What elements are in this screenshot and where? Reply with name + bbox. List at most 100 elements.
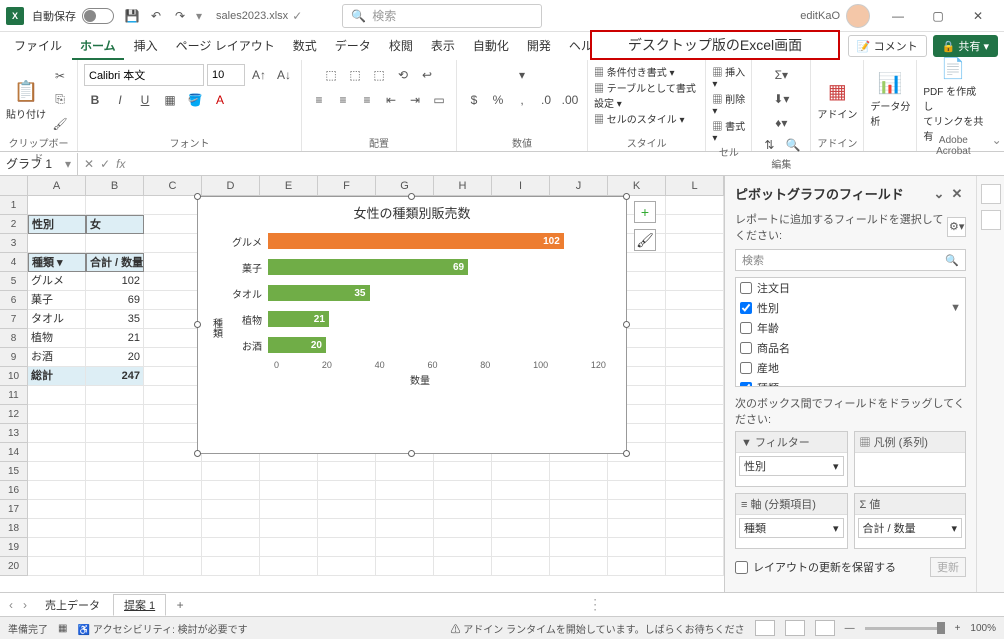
undo-icon[interactable]: ↶ [147,7,165,25]
cell[interactable] [376,519,434,538]
cell[interactable] [144,215,202,234]
zoom-slider[interactable] [865,627,945,630]
cell[interactable] [86,443,144,462]
dec-decimal-icon[interactable]: .00 [559,89,581,111]
chart-plot-area[interactable]: グルメ 102菓子 69タオル 35植物 21お酒 20020406080100… [224,228,616,428]
cell[interactable] [318,500,376,519]
cell[interactable] [144,196,202,215]
fill-icon[interactable]: ⬇▾ [770,88,792,110]
merge-icon[interactable]: ▭ [428,89,450,111]
cell[interactable] [434,538,492,557]
cell[interactable] [492,481,550,500]
cell[interactable] [28,481,86,500]
chart-bar[interactable]: 102 [268,233,564,249]
cell[interactable] [608,462,666,481]
cell[interactable] [666,196,724,215]
cell[interactable] [202,481,260,500]
cell[interactable]: 69 [86,291,144,310]
ribbon-tab-ページ レイアウト[interactable]: ページ レイアウト [168,33,283,60]
cell[interactable] [86,462,144,481]
copy-icon[interactable]: ⎘ [49,89,71,111]
cell[interactable] [318,481,376,500]
enter-formula-icon[interactable]: ✓ [100,157,110,171]
row-header[interactable]: 3 [0,234,28,253]
cell[interactable]: 20 [86,348,144,367]
cell[interactable]: 菓子 [28,291,86,310]
cell[interactable] [376,500,434,519]
comma-icon[interactable]: , [511,89,533,111]
cell[interactable] [492,519,550,538]
cell[interactable] [666,557,724,576]
pivot-chart[interactable]: + 🖌 女性の種類別販売数 種類 グルメ 102菓子 69タオル 35植物 21… [197,196,627,454]
chart-elements-button[interactable]: + [634,201,656,223]
filename-dropdown[interactable]: ✓ [292,9,302,23]
cell[interactable] [144,348,202,367]
cell[interactable]: 種類 ▾ [28,253,86,272]
font-name[interactable] [84,64,204,86]
border-button[interactable]: ▦ [159,89,181,111]
cell[interactable] [666,443,724,462]
cell[interactable] [86,405,144,424]
cell[interactable] [492,557,550,576]
cell[interactable]: タオル [28,310,86,329]
cell[interactable] [202,500,260,519]
cell[interactable] [144,557,202,576]
cell[interactable]: お酒 [28,348,86,367]
cell[interactable] [666,386,724,405]
align-right-icon[interactable]: ≡ [356,89,378,111]
cell[interactable] [86,481,144,500]
field-item[interactable]: 商品名 [736,338,965,358]
row-header[interactable]: 5 [0,272,28,291]
cell[interactable] [550,462,608,481]
field-item[interactable]: 年齢 [736,318,965,338]
align-bottom-icon[interactable]: ⬚ [368,64,390,86]
avatar[interactable] [846,4,870,28]
zoom-level[interactable]: 100% [970,623,996,634]
autosum-icon[interactable]: Σ▾ [770,64,792,86]
cell[interactable] [28,538,86,557]
page-layout-button[interactable] [785,620,805,636]
axis-item[interactable]: 種類▾ [739,518,844,538]
format-cells[interactable]: ▦ 書式 ▾ [712,118,745,144]
cell[interactable] [550,519,608,538]
legend-zone[interactable]: ▦ 凡例 (系列) [854,431,967,487]
side-tab-1[interactable] [981,184,1001,204]
field-checkbox[interactable] [740,282,752,294]
row-header[interactable]: 10 [0,367,28,386]
cell[interactable] [434,481,492,500]
macro-icon[interactable]: ▦ [58,623,67,634]
number-format[interactable]: ▾ [492,64,552,86]
ribbon-tab-ファイル[interactable]: ファイル [6,33,70,60]
align-middle-icon[interactable]: ⬚ [344,64,366,86]
cell[interactable] [666,215,724,234]
name-box[interactable]: グラフ 1 ▾ [0,153,78,175]
cell[interactable] [666,367,724,386]
analyze-data-button[interactable]: 📊データ分析 [870,70,910,130]
cell[interactable] [608,557,666,576]
row-header[interactable]: 8 [0,329,28,348]
row-header[interactable]: 4 [0,253,28,272]
sort-filter-icon[interactable]: ⇅ [758,134,780,156]
cell[interactable] [28,557,86,576]
field-item[interactable]: 産地 [736,358,965,378]
col-header[interactable]: F [318,176,376,196]
cell[interactable] [260,500,318,519]
cell[interactable] [86,424,144,443]
col-header[interactable]: J [550,176,608,196]
field-checkbox[interactable] [740,322,752,334]
col-header[interactable]: B [86,176,144,196]
row-header[interactable]: 6 [0,291,28,310]
field-checkbox[interactable] [740,382,752,387]
cell[interactable] [202,557,260,576]
cell[interactable] [666,253,724,272]
cell[interactable] [376,538,434,557]
cell[interactable]: 植物 [28,329,86,348]
col-header[interactable]: L [666,176,724,196]
cell[interactable] [260,557,318,576]
chart-styles-button[interactable]: 🖌 [634,229,656,251]
cell[interactable] [666,291,724,310]
indent-dec-icon[interactable]: ⇤ [380,89,402,111]
cell[interactable] [144,405,202,424]
row-header[interactable]: 15 [0,462,28,481]
cell[interactable] [318,519,376,538]
